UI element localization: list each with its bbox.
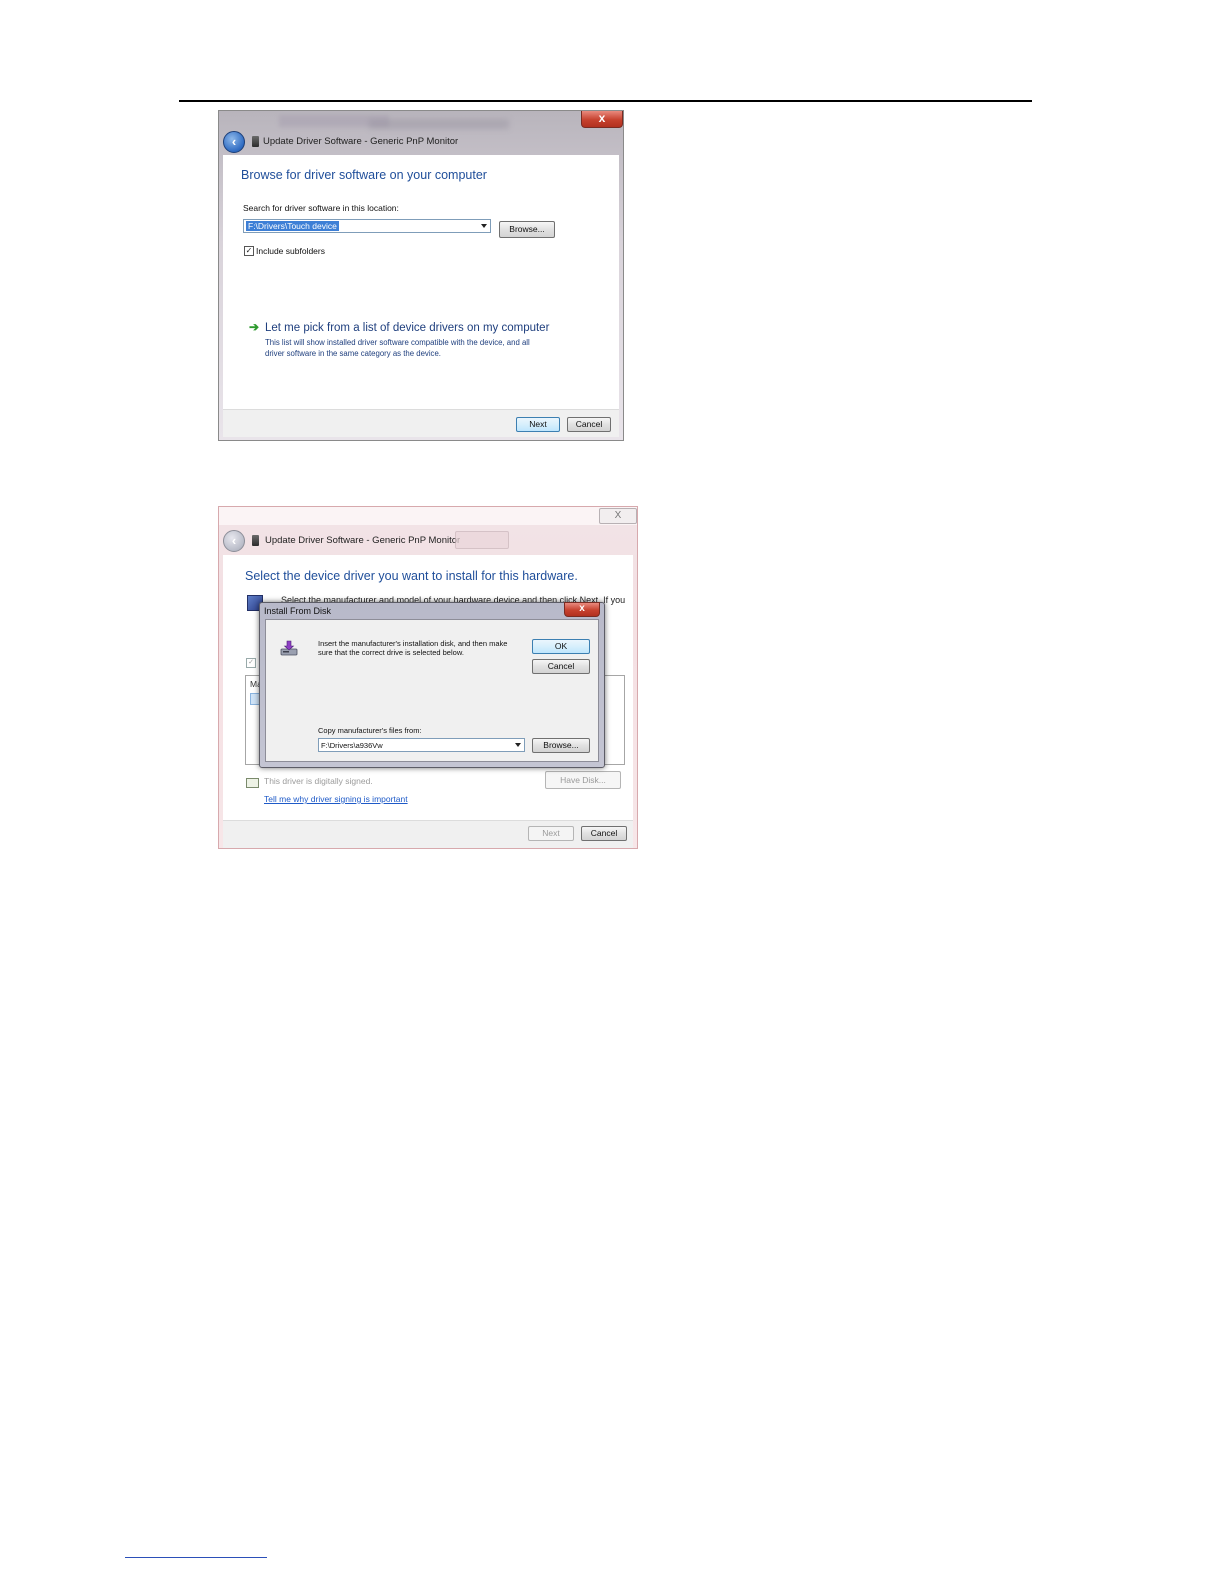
back-arrow-icon[interactable]: ‹ — [223, 530, 245, 552]
window-title: Update Driver Software - Generic PnP Mon… — [263, 136, 459, 147]
search-location-label: Search for driver software in this locat… — [243, 203, 399, 213]
have-disk-button[interactable]: Have Disk... — [545, 771, 621, 789]
ok-button[interactable]: OK — [532, 639, 590, 654]
pick-from-list-description-line2: driver software in the same category as … — [265, 349, 441, 358]
header-rule — [179, 100, 1032, 102]
signed-status-text: This driver is digitally signed. — [264, 776, 373, 786]
browse-driver-screenshot: x ‹ Update Driver Software - Generic PnP… — [218, 110, 624, 441]
dropdown-arrow-icon[interactable] — [515, 743, 521, 747]
next-button[interactable]: Next — [516, 417, 560, 432]
certificate-icon — [246, 778, 259, 788]
device-icon — [252, 136, 259, 147]
install-from-disk-title: Install From Disk — [264, 606, 332, 616]
cancel-button[interactable]: Cancel — [567, 417, 611, 432]
green-arrow-icon: ➔ — [249, 320, 260, 334]
back-arrow-icon[interactable]: ‹ — [223, 131, 245, 153]
close-button[interactable]: X — [599, 508, 637, 524]
driver-signing-link[interactable]: Tell me why driver signing is important — [264, 794, 408, 804]
install-from-disk-cancel-button[interactable]: Cancel — [532, 659, 590, 674]
close-button[interactable]: x — [581, 111, 623, 128]
browse-button[interactable]: Browse... — [499, 221, 555, 238]
page-heading: Browse for driver software on your compu… — [241, 168, 487, 182]
page-heading: Select the device driver you want to ins… — [245, 569, 578, 583]
pick-from-list-link[interactable]: Let me pick from a list of device driver… — [265, 322, 549, 334]
device-icon — [252, 535, 259, 546]
copy-files-label: Copy manufacturer's files from: — [318, 726, 422, 735]
driver-path-combobox[interactable]: F:\Drivers\Touch device — [243, 219, 491, 233]
pick-from-list-description-line1: This list will show installed driver sof… — [265, 338, 530, 347]
dropdown-arrow-icon[interactable] — [481, 224, 487, 228]
dialog-client-area — [223, 155, 619, 409]
copy-files-path-value: F:\Drivers\a936Vw — [321, 741, 383, 750]
install-from-disk-dialog: Install From Disk x Insert the manufactu… — [259, 602, 605, 768]
install-from-disk-screenshot: X ‹ Update Driver Software - Generic PnP… — [218, 506, 638, 849]
disk-drive-icon — [280, 640, 298, 656]
driver-path-value: F:\Drivers\Touch device — [246, 221, 339, 231]
next-button[interactable]: Next — [528, 826, 574, 841]
install-from-disk-close-button[interactable]: x — [564, 602, 600, 617]
cancel-button[interactable]: Cancel — [581, 826, 627, 841]
include-subfolders-checkbox[interactable]: ✓ — [244, 246, 254, 256]
window-title: Update Driver Software - Generic PnP Mon… — [265, 535, 461, 546]
show-compatible-checkbox[interactable]: ✓ — [246, 658, 256, 668]
include-subfolders-label: Include subfolders — [256, 246, 325, 256]
install-from-disk-message: Insert the manufacturer's installation d… — [318, 639, 508, 657]
install-from-disk-client: Insert the manufacturer's installation d… — [265, 619, 599, 762]
copy-files-path-combobox[interactable]: F:\Drivers\a936Vw — [318, 738, 525, 752]
footnote-rule — [125, 1557, 267, 1558]
install-from-disk-browse-button[interactable]: Browse... — [532, 738, 590, 753]
